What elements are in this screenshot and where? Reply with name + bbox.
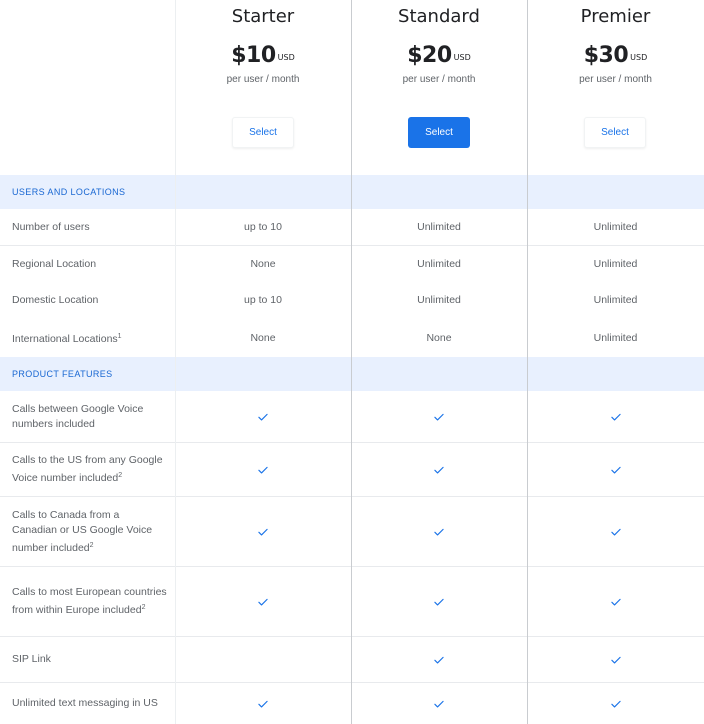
row-label: Calls to the US from any Google Voice nu… <box>0 443 175 496</box>
billing-period: per user / month <box>226 74 300 85</box>
checkmark-icon <box>351 391 527 442</box>
footnote-marker: 2 <box>141 604 146 611</box>
plan-value: None <box>426 331 452 344</box>
table-row: SIP Link <box>0 637 704 682</box>
checkmark-icon <box>351 683 527 724</box>
plan-name: Starter <box>231 6 295 27</box>
billing-period: per user / month <box>402 74 476 85</box>
row-label: SIP Link <box>0 637 175 682</box>
select-starter-button[interactable]: Select <box>232 117 294 148</box>
row-label-text: Calls between Google Voice numbers inclu… <box>12 402 144 430</box>
plan-value: up to 10 <box>244 221 282 233</box>
plan-standard: Standard $20 USD per user / month Select <box>351 0 527 175</box>
section-title: USERS AND LOCATIONS <box>12 186 126 197</box>
plan-value: Unlimited <box>593 258 638 270</box>
row-label: Number of users <box>0 209 175 245</box>
plan-starter: Starter $10 USD per user / month Select <box>175 0 351 175</box>
plan-value: up to 10 <box>244 294 282 306</box>
section-header-product-features: PRODUCT FEATURES <box>0 357 704 391</box>
plan-value: None <box>250 331 276 344</box>
plan-value: Unlimited <box>593 294 638 306</box>
checkmark-icon <box>351 637 527 682</box>
row-label-text: Regional Location <box>12 257 97 270</box>
table-row: Calls to Canada from a Canadian or US Go… <box>0 497 704 566</box>
select-premier-button[interactable]: Select <box>584 117 646 148</box>
plan-price: $10 USD <box>231 43 295 68</box>
billing-period: per user / month <box>579 74 652 85</box>
table-row: Calls between Google Voice numbers inclu… <box>0 391 704 442</box>
section-header-users-locations: USERS AND LOCATIONS <box>0 175 704 209</box>
checkmark-icon <box>351 443 527 496</box>
row-label-text: Unlimited text messaging in US <box>12 697 158 709</box>
row-label: Domestic Location <box>0 282 175 318</box>
plan-value: Unlimited <box>593 331 638 344</box>
row-label: International Locations1 <box>0 318 175 357</box>
plan-value: Unlimited <box>593 221 638 233</box>
plan-value: Unlimited <box>417 258 461 270</box>
currency-label: USD <box>277 53 295 62</box>
checkmark-icon <box>175 443 351 496</box>
checkmark-icon <box>175 391 351 442</box>
plan-price: $30 USD <box>583 43 648 68</box>
footnote-marker: 1 <box>117 332 122 340</box>
row-label: Unlimited text messaging in US <box>0 683 175 724</box>
checkmark-icon <box>175 683 351 724</box>
row-label: Calls between Google Voice numbers inclu… <box>0 391 175 442</box>
checkmark-icon <box>527 497 704 566</box>
plan-value: Unlimited <box>417 221 461 233</box>
checkmark-icon <box>527 567 704 636</box>
row-label-text: Number of users <box>12 220 90 233</box>
row-label-text: Calls to most European countries from wi… <box>12 586 167 616</box>
checkmark-icon <box>527 391 704 442</box>
checkmark-icon <box>175 567 351 636</box>
plan-value: None <box>250 258 276 270</box>
checkmark-icon <box>527 683 704 724</box>
table-row: Calls to the US from any Google Voice nu… <box>0 443 704 496</box>
row-label: Calls to most European countries from wi… <box>0 567 175 636</box>
plan-value: Unlimited <box>417 294 461 306</box>
row-label-text: Calls to Canada from a Canadian or US Go… <box>12 508 153 554</box>
table-row: Number of users up to 10 Unlimited Unlimite… <box>0 209 704 245</box>
select-standard-button[interactable]: Select <box>408 117 470 148</box>
row-label-text: Domestic Location <box>12 293 99 306</box>
pricing-comparison-table: Starter $10 USD per user / month Select S… <box>0 0 704 724</box>
table-row: Calls to most European countries from wi… <box>0 567 704 636</box>
empty-cell <box>175 637 351 682</box>
checkmark-icon <box>351 497 527 566</box>
checkmark-icon <box>351 567 527 636</box>
footnote-marker: 2 <box>89 541 94 549</box>
table-row: International Locations1 None None Unlimite… <box>0 318 704 357</box>
plan-name: Standard <box>398 6 480 27</box>
row-label: Calls to Canada from a Canadian or US Go… <box>0 497 175 566</box>
table-row: Unlimited text messaging in US <box>0 683 704 724</box>
currency-label: USD <box>453 53 471 62</box>
plan-premier: Premier $30 USD per user / month Select <box>527 0 704 175</box>
section-title: PRODUCT FEATURES <box>12 368 113 379</box>
row-label-text: SIP Link <box>12 653 51 665</box>
plan-name: Premier <box>580 6 651 27</box>
currency-label: USD <box>630 53 648 62</box>
checkmark-icon <box>175 497 351 566</box>
checkmark-icon <box>527 443 704 496</box>
row-label: Regional Location <box>0 246 175 282</box>
checkmark-icon <box>527 637 704 682</box>
row-label-text: International Locations <box>12 332 118 345</box>
table-row: Regional Location None Unlimited Unlimited <box>0 246 704 282</box>
footnote-marker: 2 <box>118 472 123 479</box>
row-label-text: Calls to the US from any Google Voice nu… <box>12 454 163 484</box>
table-row: Domestic Location up to 10 Unlimited Unlimi… <box>0 282 704 318</box>
plan-price: $20 USD <box>407 43 471 68</box>
